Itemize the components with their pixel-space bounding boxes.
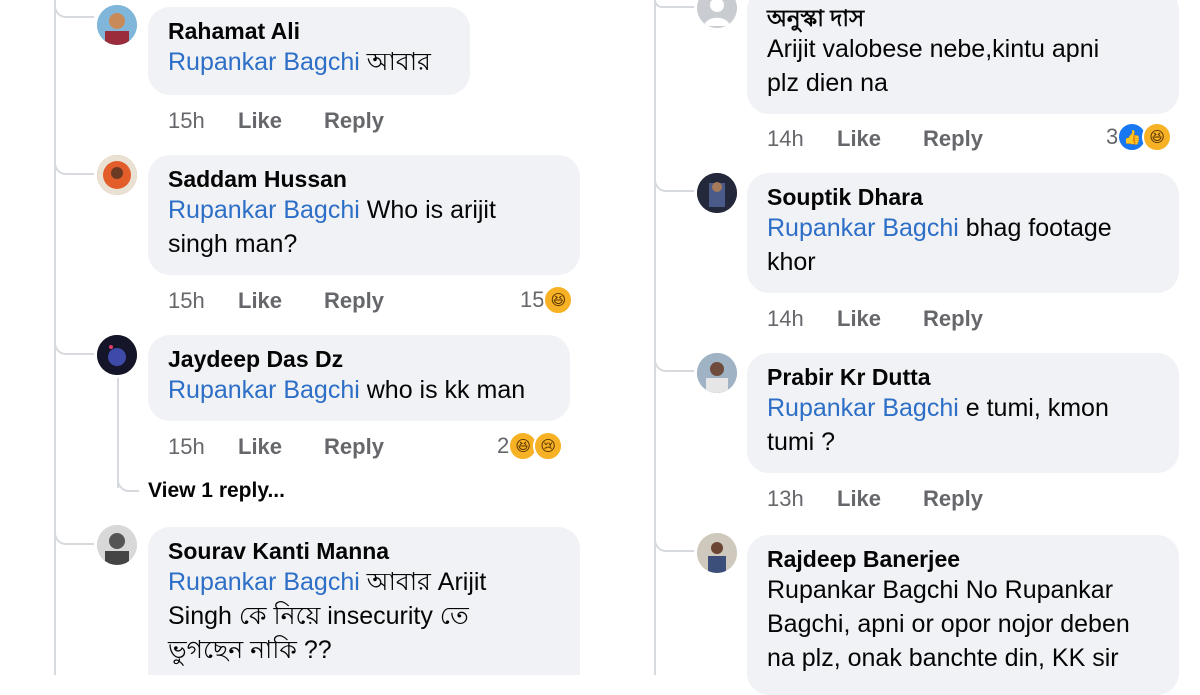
comment-text: Rupankar Bagchi who is kk man <box>168 376 526 404</box>
comment-author[interactable]: Rahamat Ali <box>168 17 450 45</box>
user-photo-icon <box>97 335 137 375</box>
comment-author[interactable]: Saddam Hussan <box>168 165 560 193</box>
sad-emoji-icon: 😢 <box>533 431 564 461</box>
reply-button[interactable]: Reply <box>923 126 983 152</box>
haha-emoji-icon: 😆 <box>543 285 574 315</box>
comment-bubble: Prabir Kr Dutta Rupankar Bagchi e tumi, … <box>747 353 1179 473</box>
comment-text-line: khor <box>767 248 816 276</box>
user-photo-icon <box>697 533 737 573</box>
thread-branch <box>654 534 694 552</box>
comment-time[interactable]: 15h <box>168 434 238 460</box>
thread-branch <box>54 0 94 18</box>
like-button[interactable]: Like <box>837 126 881 152</box>
avatar[interactable] <box>97 155 137 195</box>
comment-text: Rupankar Bagchi bhag footage <box>767 214 1112 242</box>
thread-branch <box>54 337 94 355</box>
comment-actions: 14h Like Reply <box>767 126 1025 152</box>
comment-time[interactable]: 14h <box>767 126 837 152</box>
like-button[interactable]: Like <box>238 108 282 134</box>
comment-bubble: Rajdeep Banerjee Rupankar Bagchi No Rupa… <box>747 535 1179 695</box>
thread-branch <box>54 157 94 175</box>
mention-link[interactable]: Rupankar Bagchi <box>168 196 360 224</box>
reaction-count: 15 <box>520 287 545 312</box>
reply-button[interactable]: Reply <box>324 434 384 460</box>
reply-button[interactable]: Reply <box>923 306 983 332</box>
like-button[interactable]: Like <box>238 288 282 314</box>
thread-branch <box>654 174 694 192</box>
reply-button[interactable]: Reply <box>923 486 983 512</box>
mention-link[interactable]: Rupankar Bagchi <box>767 394 959 422</box>
comment-actions: 13h Like Reply <box>767 486 1025 512</box>
avatar[interactable] <box>97 525 137 565</box>
comment-author[interactable]: অনুস্কা দাস <box>767 4 1159 32</box>
comment-text: Rupankar Bagchi আবার Arijit <box>168 568 487 596</box>
like-button[interactable]: Like <box>238 434 282 460</box>
comment-author[interactable]: Sourav Kanti Manna <box>168 537 560 565</box>
comment-bubble: অনুস্কা দাস Arijit valobese nebe,kintu a… <box>747 0 1179 114</box>
comment-author[interactable]: Rajdeep Banerjee <box>767 545 1159 573</box>
comment-time[interactable]: 14h <box>767 306 837 332</box>
comment-text-line: plz dien na <box>767 69 888 97</box>
reply-button[interactable]: Reply <box>324 288 384 314</box>
comment-bubble: Rahamat Ali Rupankar Bagchi আবার <box>148 7 470 95</box>
comment-actions: 15h Like Reply <box>168 288 426 314</box>
mention-link[interactable]: Rupankar Bagchi <box>168 48 360 76</box>
comment-bubble: Saddam Hussan Rupankar Bagchi Who is ari… <box>148 155 580 275</box>
comment-text: Rupankar Bagchi e tumi, kmon <box>767 394 1109 422</box>
default-avatar-icon <box>697 0 737 28</box>
comment-bubble: Souptik Dhara Rupankar Bagchi bhag foota… <box>747 173 1179 293</box>
comment-time[interactable]: 15h <box>168 108 238 134</box>
like-button[interactable]: Like <box>837 306 881 332</box>
reply-branch <box>117 474 139 492</box>
reply-button[interactable]: Reply <box>324 108 384 134</box>
comment-actions: 14h Like Reply <box>767 306 1025 332</box>
view-replies-link[interactable]: View 1 reply... <box>148 479 285 503</box>
thread-rail <box>654 0 656 675</box>
reaction-summary[interactable]: 2 😆 😢 <box>497 431 564 461</box>
thread-branch <box>654 0 694 8</box>
comment-text-line: Singh কে নিয়ে insecurity তে <box>168 602 469 630</box>
comment-author[interactable]: Souptik Dhara <box>767 183 1159 211</box>
user-photo-icon <box>97 525 137 565</box>
comment-text: Rupankar Bagchi Who is arijit <box>168 196 496 224</box>
avatar[interactable] <box>97 5 137 45</box>
avatar[interactable] <box>97 335 137 375</box>
haha-emoji-icon: 😆 <box>1142 122 1173 152</box>
user-photo-icon <box>97 5 137 45</box>
comments-column-left: Rahamat Ali Rupankar Bagchi আবার 15h Lik… <box>0 0 600 675</box>
comment-text-line: tumi ? <box>767 428 836 456</box>
comment-text-line: ভুগছেন নাকি ?? <box>168 636 332 664</box>
avatar[interactable] <box>697 533 737 573</box>
mention-link[interactable]: Rupankar Bagchi <box>767 214 959 242</box>
comment-time[interactable]: 15h <box>168 288 238 314</box>
avatar[interactable] <box>697 353 737 393</box>
thread-branch <box>54 527 94 545</box>
comment-bubble: Jaydeep Das Dz Rupankar Bagchi who is kk… <box>148 335 570 421</box>
reaction-summary[interactable]: 15 😆 <box>520 285 574 315</box>
comment-bubble: Sourav Kanti Manna Rupankar Bagchi আবার … <box>148 527 580 675</box>
comment-text: Rupankar Bagchi আবার <box>168 48 431 76</box>
reaction-summary[interactable]: 3 👍 😆 <box>1106 122 1173 152</box>
comment-text: Rupankar Bagchi No Rupankar <box>767 576 1114 604</box>
comment-author[interactable]: Jaydeep Das Dz <box>168 345 550 373</box>
comment-actions: 15h Like Reply <box>168 108 426 134</box>
comment-text-line: na plz, onak banchte din, KK sir <box>767 644 1119 672</box>
comment-actions: 15h Like Reply <box>168 434 426 460</box>
comment-author[interactable]: Prabir Kr Dutta <box>767 363 1159 391</box>
thread-branch <box>654 354 694 372</box>
user-photo-icon <box>697 173 737 213</box>
user-photo-icon <box>697 353 737 393</box>
like-button[interactable]: Like <box>837 486 881 512</box>
avatar[interactable] <box>697 0 737 28</box>
user-photo-icon <box>97 155 137 195</box>
comment-time[interactable]: 13h <box>767 486 837 512</box>
mention-link[interactable]: Rupankar Bagchi <box>168 568 360 596</box>
mention-link[interactable]: Rupankar Bagchi <box>168 376 360 404</box>
reply-rail <box>117 378 119 488</box>
comment-text-line: Bagchi, apni or opor nojor deben <box>767 610 1130 638</box>
avatar[interactable] <box>697 173 737 213</box>
comment-text: Arijit valobese nebe,kintu apni <box>767 35 1100 63</box>
comment-text-line: singh man? <box>168 230 298 258</box>
